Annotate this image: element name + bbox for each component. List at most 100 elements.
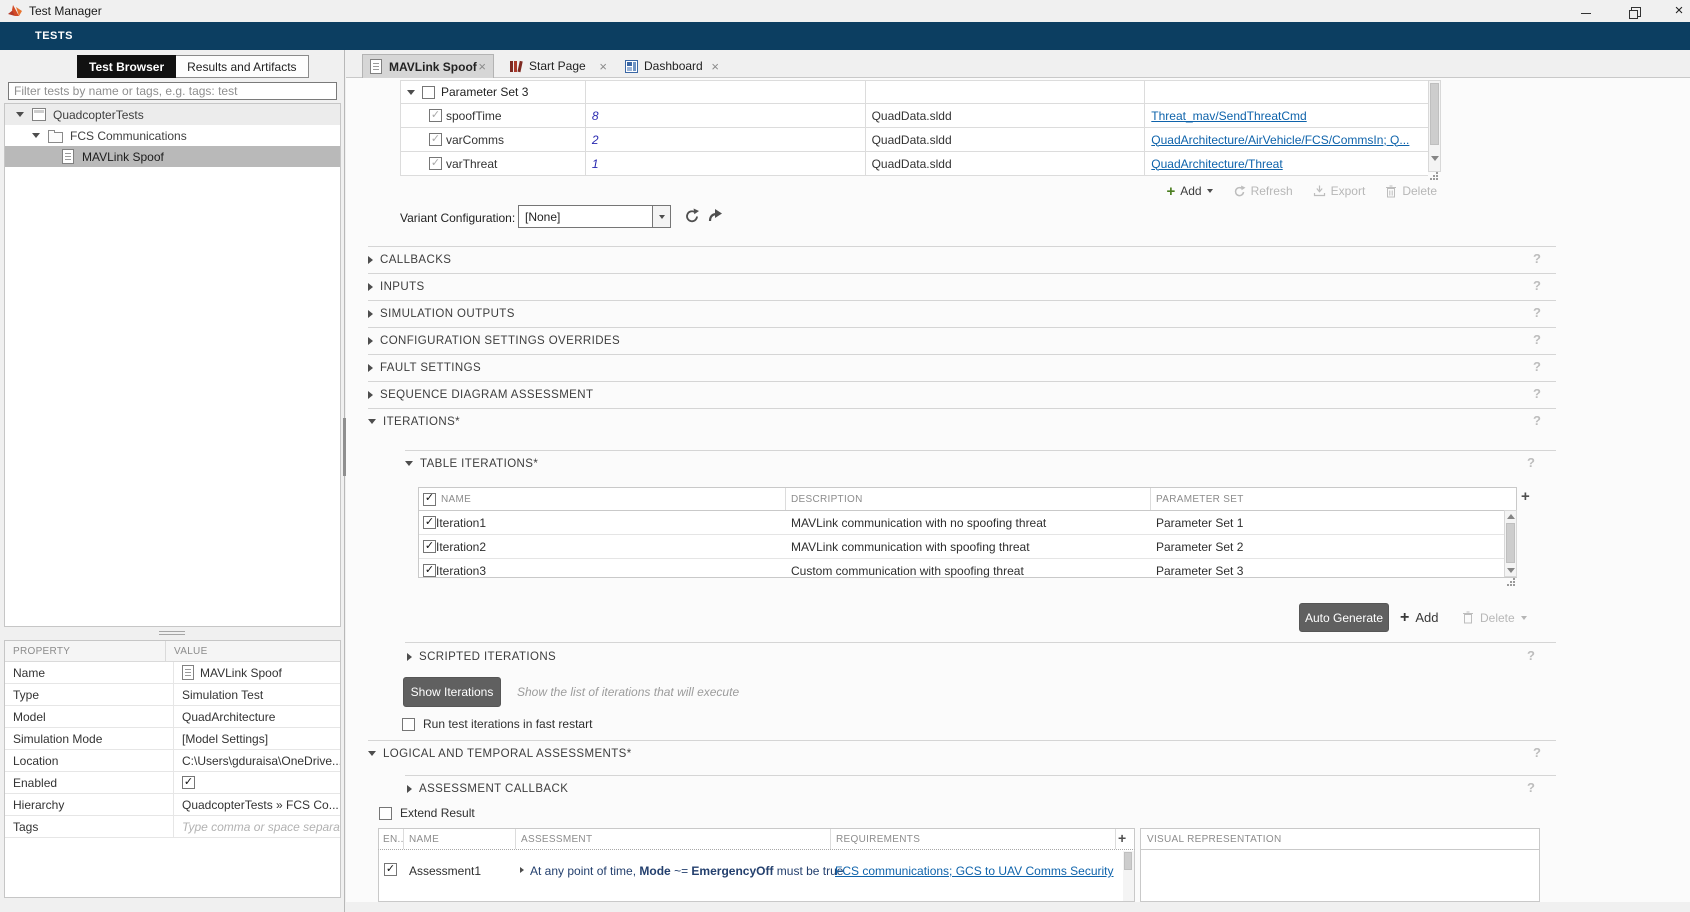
section-simulation-outputs[interactable]: SIMULATION OUTPUTS bbox=[368, 305, 515, 322]
model-element-link[interactable]: Threat_mav/SendThreatCmd bbox=[1151, 109, 1306, 123]
tree-item-quadcoptertests[interactable]: QuadcopterTests bbox=[5, 104, 340, 125]
delete-iteration-button[interactable]: Delete bbox=[1462, 603, 1527, 632]
help-icon[interactable]: ? bbox=[1527, 648, 1535, 663]
tab-start-page[interactable]: Start Page × bbox=[502, 54, 614, 78]
scrollbar-thumb[interactable] bbox=[1124, 852, 1132, 870]
section-logical-temporal[interactable]: LOGICAL AND TEMPORAL ASSESSMENTS* bbox=[368, 745, 632, 762]
parameter-checkbox[interactable] bbox=[429, 109, 442, 122]
restore-button[interactable] bbox=[1628, 6, 1644, 18]
iteration-checkbox[interactable] bbox=[423, 516, 436, 529]
scroll-down-icon[interactable] bbox=[1507, 568, 1515, 573]
parameter-value[interactable]: 8 bbox=[592, 109, 599, 123]
expand-caret-icon[interactable] bbox=[16, 112, 24, 117]
help-icon[interactable]: ? bbox=[1533, 305, 1541, 320]
subsection-assessment-callback[interactable]: ASSESSMENT CALLBACK bbox=[407, 780, 568, 797]
tree-item-fcs-communications[interactable]: FCS Communications bbox=[5, 125, 340, 146]
iteration-checkbox[interactable] bbox=[423, 564, 436, 577]
subsection-scripted-iterations[interactable]: SCRIPTED ITERATIONS bbox=[407, 648, 556, 665]
tab-results-artifacts[interactable]: Results and Artifacts bbox=[176, 55, 308, 78]
assessments-scrollbar[interactable] bbox=[1123, 851, 1134, 901]
section-inputs[interactable]: INPUTS bbox=[368, 278, 425, 295]
section-sequence-diagram[interactable]: SEQUENCE DIAGRAM ASSESSMENT bbox=[368, 386, 593, 403]
export-button[interactable]: Export bbox=[1313, 184, 1366, 198]
tab-dashboard[interactable]: Dashboard × bbox=[618, 54, 726, 78]
add-iteration-button[interactable]: + Add bbox=[1400, 603, 1438, 632]
close-tab-icon[interactable]: × bbox=[599, 59, 607, 74]
subsection-table-iterations[interactable]: TABLE ITERATIONS* bbox=[405, 455, 538, 472]
property-value[interactable]: [Model Settings] bbox=[174, 728, 340, 749]
section-callbacks[interactable]: CALLBACKS bbox=[368, 251, 451, 268]
tab-test-browser[interactable]: Test Browser bbox=[77, 55, 176, 78]
scroll-down-icon[interactable] bbox=[1431, 156, 1439, 161]
help-icon[interactable]: ? bbox=[1533, 251, 1541, 266]
section-configuration-overrides[interactable]: CONFIGURATION SETTINGS OVERRIDES bbox=[368, 332, 620, 349]
expand-caret-icon[interactable] bbox=[32, 133, 40, 138]
extend-result-checkbox[interactable] bbox=[379, 807, 392, 820]
parameter-row[interactable]: varComms 2 QuadData.sldd QuadArchitectur… bbox=[401, 128, 1428, 152]
parameter-set-checkbox[interactable] bbox=[422, 86, 435, 99]
variant-configuration-dropdown[interactable]: [None] bbox=[518, 205, 671, 228]
tags-input[interactable]: Type comma or space separat bbox=[174, 816, 340, 837]
add-parameter-button[interactable]: + Add bbox=[1166, 184, 1212, 199]
iteration-row[interactable]: Iteration3 Custom communication with spo… bbox=[419, 559, 1516, 582]
help-icon[interactable]: ? bbox=[1527, 780, 1535, 795]
collapsed-caret-icon bbox=[368, 337, 373, 345]
help-icon[interactable]: ? bbox=[1527, 455, 1535, 470]
tree-item-mavlink-spoof[interactable]: MAVLink Spoof bbox=[5, 146, 340, 167]
parameter-value[interactable]: 2 bbox=[592, 133, 599, 147]
scrollbar-thumb[interactable] bbox=[1506, 523, 1515, 563]
parameter-group-row[interactable]: Parameter Set 3 bbox=[401, 81, 1428, 104]
add-requirement-icon[interactable]: + bbox=[1118, 830, 1126, 846]
dropdown-arrow-button[interactable] bbox=[652, 206, 670, 227]
close-tab-icon[interactable]: × bbox=[478, 59, 486, 74]
goto-model-icon[interactable] bbox=[708, 208, 723, 222]
help-icon[interactable]: ? bbox=[1533, 278, 1541, 293]
enabled-checkbox[interactable] bbox=[182, 776, 195, 789]
property-value[interactable]: QuadArchitecture bbox=[174, 706, 340, 727]
parameter-row[interactable]: spoofTime 8 QuadData.sldd Threat_mav/Sen… bbox=[401, 104, 1428, 128]
scroll-up-icon[interactable] bbox=[1507, 514, 1515, 519]
model-element-link[interactable]: QuadArchitecture/AirVehicle/FCS/CommsIn;… bbox=[1151, 133, 1409, 147]
collapse-caret-icon[interactable] bbox=[407, 90, 415, 95]
fast-restart-checkbox[interactable] bbox=[402, 718, 415, 731]
help-icon[interactable]: ? bbox=[1533, 413, 1541, 428]
model-element-link[interactable]: QuadArchitecture/Threat bbox=[1151, 157, 1282, 171]
iterations-table-scrollbar[interactable] bbox=[1504, 510, 1517, 577]
panel-splitter-handle[interactable] bbox=[159, 634, 185, 635]
parameter-table-scrollbar[interactable] bbox=[1428, 80, 1441, 172]
tab-tests[interactable]: TESTS bbox=[35, 30, 73, 42]
assessment-checkbox[interactable] bbox=[384, 863, 397, 876]
help-icon[interactable]: ? bbox=[1533, 386, 1541, 401]
select-all-checkbox[interactable] bbox=[423, 493, 436, 506]
help-icon[interactable]: ? bbox=[1533, 745, 1541, 760]
refresh-variant-icon[interactable] bbox=[684, 208, 700, 224]
expand-assessment-caret-icon[interactable] bbox=[520, 867, 524, 873]
parameter-checkbox[interactable] bbox=[429, 133, 442, 146]
help-icon[interactable]: ? bbox=[1533, 332, 1541, 347]
iteration-row[interactable]: Iteration2 MAVLink communication with sp… bbox=[419, 535, 1516, 559]
refresh-button[interactable]: Refresh bbox=[1233, 184, 1293, 198]
section-iterations[interactable]: ITERATIONS* bbox=[368, 413, 460, 430]
help-icon[interactable]: ? bbox=[1533, 359, 1541, 374]
table-resize-grip[interactable] bbox=[1513, 584, 1515, 586]
tab-mavlink-spoof[interactable]: MAVLink Spoof × bbox=[362, 54, 494, 78]
close-button[interactable]: × bbox=[1670, 1, 1688, 19]
filter-tests-input[interactable] bbox=[8, 82, 337, 100]
close-tab-icon[interactable]: × bbox=[711, 59, 719, 74]
scrollbar-thumb[interactable] bbox=[1430, 83, 1439, 145]
add-column-icon[interactable]: + bbox=[1521, 488, 1530, 505]
parameter-row[interactable]: varThreat 1 QuadData.sldd QuadArchitectu… bbox=[401, 152, 1428, 176]
show-iterations-button[interactable]: Show Iterations bbox=[403, 677, 501, 707]
panel-splitter-handle[interactable] bbox=[159, 631, 185, 632]
requirements-link[interactable]: FCS communications; GCS to UAV Comms Sec… bbox=[835, 864, 1114, 878]
minimize-button[interactable] bbox=[1578, 9, 1594, 17]
iteration-row[interactable]: Iteration1 MAVLink communication with no… bbox=[419, 511, 1516, 535]
auto-generate-button[interactable]: Auto Generate bbox=[1299, 603, 1389, 632]
assessment-name[interactable]: Assessment1 bbox=[409, 864, 481, 878]
iteration-checkbox[interactable] bbox=[423, 540, 436, 553]
delete-parameter-button[interactable]: Delete bbox=[1385, 184, 1437, 198]
assessment-summary[interactable]: At any point of time, Mode ~= EmergencyO… bbox=[530, 864, 843, 878]
parameter-value[interactable]: 1 bbox=[592, 157, 599, 171]
parameter-checkbox[interactable] bbox=[429, 157, 442, 170]
section-fault-settings[interactable]: FAULT SETTINGS bbox=[368, 359, 481, 376]
